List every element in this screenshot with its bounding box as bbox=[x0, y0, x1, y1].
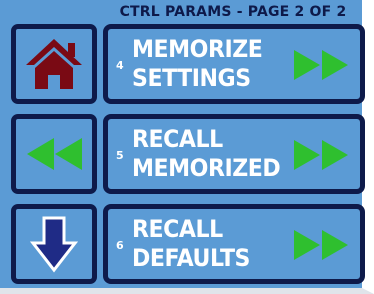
scroll-down-button[interactable] bbox=[11, 204, 97, 284]
action-number: 6 bbox=[116, 239, 124, 252]
action-label: MEMORIZE SETTINGS bbox=[132, 35, 263, 92]
home-button[interactable] bbox=[11, 24, 97, 104]
down-arrow-icon bbox=[30, 216, 78, 273]
fast-forward-icon bbox=[294, 230, 348, 260]
rewind-button[interactable] bbox=[11, 114, 97, 194]
memorize-settings-button[interactable]: 4 MEMORIZE SETTINGS bbox=[103, 24, 365, 104]
action-label: RECALL MEMORIZED bbox=[132, 125, 281, 182]
fast-forward-icon bbox=[294, 140, 348, 170]
home-icon bbox=[26, 39, 82, 89]
action-label: RECALL DEFAULTS bbox=[132, 215, 251, 272]
control-panel-screen: CTRL PARAMS - PAGE 2 OF 2 4 MEMORIZE SET… bbox=[0, 0, 374, 294]
recall-defaults-button[interactable]: 6 RECALL DEFAULTS bbox=[103, 204, 365, 284]
action-number: 4 bbox=[116, 59, 124, 72]
rewind-icon bbox=[27, 138, 82, 170]
action-number: 5 bbox=[116, 149, 124, 162]
recall-memorized-button[interactable]: 5 RECALL MEMORIZED bbox=[103, 114, 365, 194]
fast-forward-icon bbox=[294, 50, 348, 80]
page-title: CTRL PARAMS - PAGE 2 OF 2 bbox=[119, 4, 347, 20]
